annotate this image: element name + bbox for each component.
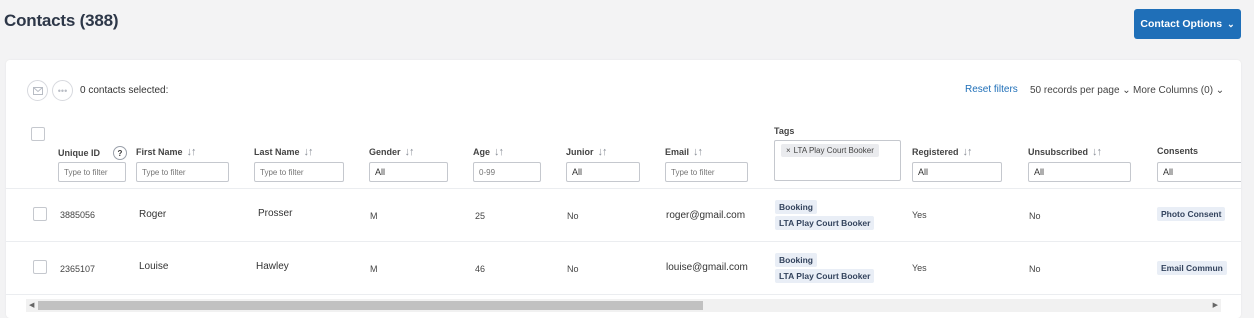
column-label: Unique ID — [58, 148, 100, 158]
unsubscribed-filter-select[interactable]: All — [1028, 162, 1131, 182]
more-actions-button[interactable]: ••• — [52, 80, 73, 101]
column-label: Junior — [566, 147, 594, 157]
sort-icon[interactable]: ↓↑ — [598, 146, 608, 158]
column-label: Last Name — [254, 147, 300, 157]
ellipsis-icon: ••• — [57, 85, 68, 96]
scroll-right-icon[interactable]: ▶ — [1213, 301, 1218, 309]
sort-icon[interactable]: ↓↑ — [304, 146, 314, 158]
column-label: Gender — [369, 147, 401, 157]
contacts-table-card: ••• 0 contacts selected: Reset filters 5… — [6, 60, 1241, 318]
scroll-left-icon[interactable]: ◀ — [29, 301, 34, 309]
column-header-registered[interactable]: Registered ↓↑ — [912, 146, 973, 158]
row-checkbox[interactable] — [33, 207, 47, 221]
first-name-filter-input[interactable] — [136, 162, 229, 182]
age-filter-input[interactable] — [473, 162, 541, 182]
cell-gender: M — [370, 211, 378, 221]
consent-badge: Photo Consent — [1157, 207, 1226, 221]
records-per-page-select[interactable]: 50 records per page ⌄ — [1030, 85, 1131, 96]
more-columns-select[interactable]: More Columns (0) ⌄ — [1133, 85, 1224, 96]
contact-options-button[interactable]: Contact Options ⌄ — [1134, 9, 1241, 39]
consents-filter-select[interactable]: All — [1157, 162, 1241, 182]
column-header-last-name[interactable]: Last Name ↓↑ — [254, 146, 314, 158]
column-label: Tags — [774, 126, 795, 136]
cell-last-name: Prosser — [258, 208, 293, 219]
junior-filter-select[interactable]: All — [566, 162, 640, 182]
cell-email: louise@gmail.com — [666, 262, 748, 273]
last-name-filter-input[interactable] — [254, 162, 344, 182]
row-divider — [6, 188, 1241, 189]
row-divider — [6, 294, 1241, 295]
cell-unsubscribed: No — [1029, 211, 1041, 221]
gender-filter-select[interactable]: All — [369, 162, 448, 182]
column-label: Registered — [912, 147, 959, 157]
cell-gender: M — [370, 264, 378, 274]
column-header-email[interactable]: Email ↓↑ — [665, 146, 703, 158]
cell-unique-id: 2365107 — [60, 264, 96, 274]
sort-icon[interactable]: ↓↑ — [1092, 146, 1102, 158]
sort-icon[interactable]: ↓↑ — [187, 146, 197, 158]
cell-registered: Yes — [912, 263, 927, 273]
envelope-icon — [32, 86, 43, 95]
horizontal-scrollbar[interactable]: ◀ ▶ — [26, 299, 1221, 312]
column-label: Age — [473, 147, 491, 157]
help-icon[interactable]: ? — [113, 146, 127, 160]
cell-unique-id: 3885056 — [60, 210, 96, 220]
scrollbar-thumb[interactable] — [38, 301, 703, 310]
sort-icon[interactable]: ↓↑ — [963, 146, 973, 158]
contact-options-label: Contact Options — [1140, 18, 1223, 30]
cell-junior: No — [567, 211, 579, 221]
column-header-gender[interactable]: Gender ↓↑ — [369, 146, 415, 158]
cell-age: 46 — [475, 264, 486, 274]
page-title: Contacts (388) — [4, 11, 119, 30]
column-header-age[interactable]: Age ↓↑ — [473, 146, 504, 158]
cell-unsubscribed: No — [1029, 264, 1041, 274]
close-icon[interactable]: × — [786, 146, 791, 155]
column-header-unsubscribed[interactable]: Unsubscribed ↓↑ — [1028, 146, 1102, 158]
cell-age: 25 — [475, 211, 486, 221]
tags-filter-input[interactable]: × LTA Play Court Booker — [774, 140, 901, 181]
row-checkbox[interactable] — [33, 260, 47, 274]
consent-badge: Email Commun — [1157, 261, 1227, 275]
cell-email: roger@gmail.com — [666, 210, 746, 221]
cell-registered: Yes — [912, 210, 927, 220]
sort-icon[interactable]: ↓↑ — [494, 146, 504, 158]
column-label: Email — [665, 147, 690, 157]
row-divider — [6, 241, 1241, 242]
column-header-tags: Tags — [774, 126, 794, 136]
tag-badge: LTA Play Court Booker — [775, 269, 875, 283]
unique-id-filter-input[interactable] — [58, 162, 126, 182]
tag-badge: LTA Play Court Booker — [775, 216, 875, 230]
tag-badge: Booking — [775, 253, 817, 267]
reset-filters-link[interactable]: Reset filters — [965, 84, 1018, 95]
selection-count: 0 contacts selected: — [80, 85, 169, 96]
cell-first-name: Roger — [139, 209, 167, 220]
chevron-down-icon: ⌄ — [1227, 18, 1235, 29]
cell-first-name: Louise — [139, 261, 169, 272]
column-header-first-name[interactable]: First Name ↓↑ — [136, 146, 197, 158]
email-filter-input[interactable] — [665, 162, 748, 182]
registered-filter-select[interactable]: All — [912, 162, 1002, 182]
cell-last-name: Hawley — [256, 261, 289, 272]
sort-icon[interactable]: ↓↑ — [405, 146, 415, 158]
sort-icon[interactable]: ↓↑ — [693, 146, 703, 158]
tag-filter-chip: × LTA Play Court Booker — [781, 144, 879, 157]
tag-filter-label: LTA Play Court Booker — [793, 146, 874, 155]
column-label: First Name — [136, 147, 183, 157]
email-action-button[interactable] — [27, 80, 48, 101]
select-all-checkbox[interactable] — [31, 127, 45, 141]
column-header-junior[interactable]: Junior ↓↑ — [566, 146, 608, 158]
column-label: Unsubscribed — [1028, 147, 1089, 157]
cell-junior: No — [567, 264, 579, 274]
column-header-consents: Consents — [1157, 146, 1198, 156]
column-header-unique-id[interactable]: Unique ID ? — [58, 146, 127, 160]
tag-badge: Booking — [775, 200, 817, 214]
column-label: Consents — [1157, 146, 1199, 156]
